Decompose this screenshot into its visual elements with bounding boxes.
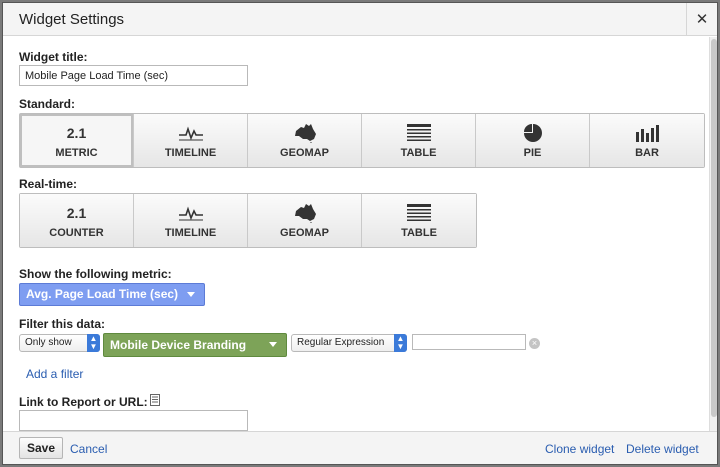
- select-arrows-icon: ▲ ▼: [87, 334, 100, 352]
- widget-title-input[interactable]: [19, 65, 248, 86]
- bar-chart-icon: [590, 123, 704, 143]
- realtime-counter-label: COUNTER: [49, 227, 104, 239]
- metric-label: Show the following metric:: [19, 267, 172, 281]
- dialog-titlebar: Widget Settings ✕: [3, 3, 717, 36]
- link-to-report-label: Link to Report or URL:: [19, 395, 148, 409]
- scrollbar-thumb[interactable]: [711, 39, 717, 417]
- standard-widget-types: 2.1 METRIC TIMELINE GEOMAP TABLE PIE BAR: [19, 113, 705, 168]
- widget-title-label: Widget title:: [19, 50, 88, 64]
- close-button[interactable]: ✕: [686, 3, 717, 36]
- realtime-counter-button[interactable]: 2.1 COUNTER: [20, 194, 134, 247]
- dialog-content: Widget title: Standard: 2.1 METRIC TIMEL…: [3, 37, 717, 431]
- close-icon: ✕: [695, 11, 709, 28]
- cancel-link[interactable]: Cancel: [70, 442, 107, 456]
- standard-label: Standard:: [19, 97, 76, 111]
- delete-widget-link[interactable]: Delete widget: [626, 442, 699, 456]
- filter-match-type-value: Regular Expression: [297, 337, 385, 348]
- realtime-label: Real-time:: [19, 177, 78, 191]
- filter-mode-select[interactable]: Only show ▲ ▼: [19, 334, 100, 352]
- filter-dimension-value: Mobile Device Branding: [110, 338, 247, 352]
- add-filter-link[interactable]: Add a filter: [26, 367, 83, 381]
- filter-match-type-select[interactable]: Regular Expression ▲ ▼: [291, 334, 407, 352]
- standard-metric-button[interactable]: 2.1 METRIC: [20, 114, 134, 167]
- dialog-title: Widget Settings: [19, 11, 125, 28]
- dialog-footer: Save Cancel Clone widget Delete widget: [3, 431, 717, 464]
- standard-table-button[interactable]: TABLE: [362, 114, 476, 167]
- pie-icon: [476, 123, 589, 143]
- chevron-down-icon: [269, 342, 277, 347]
- chevron-down-icon: [187, 292, 195, 297]
- metric-dropdown-value: Avg. Page Load Time (sec): [26, 287, 179, 301]
- standard-table-label: TABLE: [400, 147, 437, 159]
- timeline-icon: [134, 123, 247, 143]
- standard-bar-label: BAR: [635, 147, 659, 159]
- table-icon: [362, 203, 476, 223]
- save-button[interactable]: Save: [19, 437, 63, 459]
- realtime-geomap-label: GEOMAP: [280, 227, 329, 239]
- standard-pie-label: PIE: [523, 147, 542, 159]
- filter-value-input[interactable]: [412, 334, 526, 350]
- realtime-table-button[interactable]: TABLE: [362, 194, 476, 247]
- widget-settings-dialog: Widget Settings ✕ Widget title: Standard…: [2, 2, 718, 465]
- filter-label: Filter this data:: [19, 317, 106, 331]
- realtime-timeline-label: TIMELINE: [164, 227, 217, 239]
- filter-dimension-dropdown[interactable]: Mobile Device Branding: [103, 333, 287, 357]
- australia-map-icon: [248, 123, 361, 143]
- realtime-table-label: TABLE: [401, 227, 437, 239]
- australia-map-icon: [248, 203, 361, 223]
- standard-bar-button[interactable]: BAR: [590, 114, 704, 167]
- select-arrows-icon: ▲ ▼: [394, 334, 407, 352]
- realtime-widget-types: 2.1 COUNTER TIMELINE GEOMAP TABLE: [19, 193, 477, 248]
- standard-geomap-label: GEOMAP: [280, 147, 329, 159]
- filter-mode-value: Only show: [25, 337, 72, 348]
- report-page-icon[interactable]: [150, 394, 160, 406]
- standard-timeline-label: TIMELINE: [164, 147, 217, 159]
- timeline-icon: [134, 203, 247, 223]
- vertical-scrollbar[interactable]: [709, 37, 717, 431]
- realtime-geomap-button[interactable]: GEOMAP: [248, 194, 362, 247]
- metric-value-icon: 2.1: [66, 125, 87, 141]
- standard-metric-label: METRIC: [55, 147, 98, 159]
- link-url-input[interactable]: [19, 410, 248, 431]
- clone-widget-link[interactable]: Clone widget: [545, 442, 614, 456]
- table-icon: [362, 123, 475, 143]
- standard-geomap-button[interactable]: GEOMAP: [248, 114, 362, 167]
- standard-pie-button[interactable]: PIE: [476, 114, 590, 167]
- standard-timeline-button[interactable]: TIMELINE: [134, 114, 248, 167]
- realtime-timeline-button[interactable]: TIMELINE: [134, 194, 248, 247]
- clear-filter-icon[interactable]: ×: [529, 338, 540, 349]
- counter-value-icon: 2.1: [66, 205, 87, 221]
- metric-dropdown[interactable]: Avg. Page Load Time (sec): [19, 283, 205, 306]
